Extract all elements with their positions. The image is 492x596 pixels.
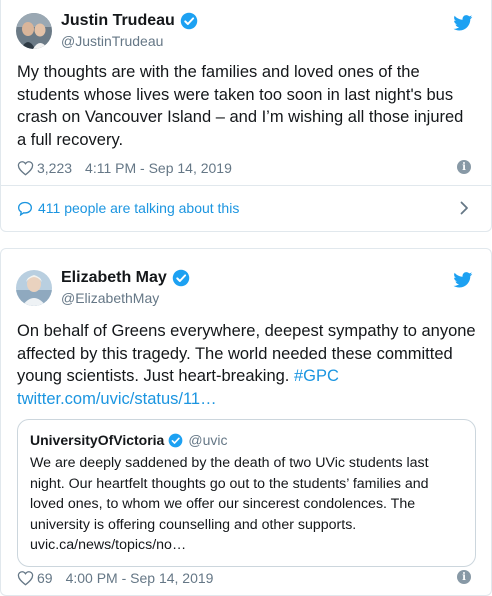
verified-badge-icon <box>180 12 198 30</box>
tweet-text: On behalf of Greens everywhere, deepest … <box>17 322 476 385</box>
twitter-bird-icon[interactable] <box>453 272 473 288</box>
info-icon[interactable]: i <box>457 160 471 174</box>
author-name-wrap[interactable]: Justin Trudeau <box>61 11 198 31</box>
author-handle[interactable]: @JustinTrudeau <box>61 32 198 50</box>
avatar[interactable] <box>16 13 52 49</box>
tweet-card-elizabeth-may[interactable]: Elizabeth May @ElizabethMay On behalf of… <box>0 248 492 596</box>
tweet-text: My thoughts are with the families and lo… <box>17 63 464 149</box>
conversation-link[interactable]: 411 people are talking about this <box>17 198 477 218</box>
divider <box>1 185 491 186</box>
quoted-tweet-text: We are deeply saddened by the death of t… <box>30 455 429 553</box>
like-count[interactable]: 69 <box>37 570 53 586</box>
tweet-timestamp[interactable]: 4:00 PM - Sep 14, 2019 <box>66 570 214 586</box>
author-block[interactable]: Justin Trudeau @JustinTrudeau <box>61 11 198 50</box>
tweet-card-justin-trudeau[interactable]: Justin Trudeau @JustinTrudeau My thought… <box>0 0 492 232</box>
tweet-meta: 69 4:00 PM - Sep 14, 2019 i <box>17 568 477 588</box>
tweet-timestamp[interactable]: 4:11 PM - Sep 14, 2019 <box>85 160 232 176</box>
tweet-text-block: On behalf of Greens everywhere, deepest … <box>17 320 477 410</box>
twitter-bird-icon[interactable] <box>453 15 473 31</box>
conversation-count[interactable]: 411 people are talking about this <box>38 200 239 216</box>
hashtag-link[interactable]: #GPC <box>294 367 339 385</box>
tweet-meta: 3,223 4:11 PM - Sep 14, 2019 i <box>17 158 477 178</box>
avatar[interactable] <box>16 270 52 306</box>
author-name[interactable]: Elizabeth May <box>61 268 167 288</box>
speech-bubble-icon <box>17 201 33 216</box>
heart-icon[interactable] <box>17 570 34 586</box>
tweet-url-link[interactable]: twitter.com/uvic/status/11… <box>17 390 217 408</box>
quoted-author-handle[interactable]: @uvic <box>188 431 227 449</box>
chevron-right-icon[interactable] <box>460 201 469 215</box>
author-name[interactable]: Justin Trudeau <box>61 11 175 31</box>
author-handle[interactable]: @ElizabethMay <box>61 289 190 307</box>
quoted-tweet[interactable]: UniversityOfVictoria @uvic We are deeply… <box>17 419 476 567</box>
verified-badge-icon <box>168 433 183 447</box>
info-icon[interactable]: i <box>457 570 471 584</box>
author-block[interactable]: Elizabeth May @ElizabethMay <box>61 268 190 307</box>
verified-badge-icon <box>172 269 190 287</box>
author-name-wrap[interactable]: Elizabeth May <box>61 268 190 288</box>
heart-icon[interactable] <box>17 160 34 176</box>
quoted-tweet-header: UniversityOfVictoria @uvic <box>30 431 463 449</box>
quoted-author-name[interactable]: UniversityOfVictoria <box>30 431 164 449</box>
like-count[interactable]: 3,223 <box>37 160 72 176</box>
